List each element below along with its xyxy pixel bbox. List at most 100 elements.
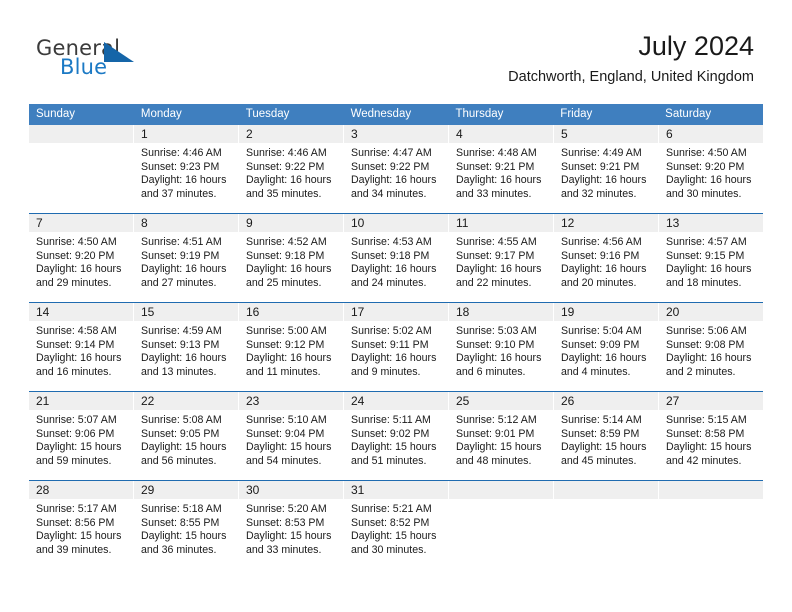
daylight-line-1: Daylight: 16 hours (456, 263, 542, 276)
day-number: 28 (29, 481, 133, 499)
sunset-line: Sunset: 8:56 PM (36, 516, 115, 529)
location-subtitle: Datchworth, England, United Kingdom (508, 69, 754, 85)
day-number: 10 (344, 214, 448, 232)
day-cell[interactable]: 15 Sunrise: 4:59 AM Sunset: 9:13 PM Dayligh… (134, 303, 239, 391)
sunrise-line: Sunrise: 5:17 AM (36, 503, 117, 515)
sunset-line: Sunset: 9:21 PM (561, 160, 640, 173)
sunset-line: Sunset: 9:13 PM (141, 338, 220, 351)
day-detail-lines: Sunrise: 5:21 AM Sunset: 8:52 PM Daylight:… (344, 499, 448, 557)
day-cell[interactable]: 28 Sunrise: 5:17 AM Sunset: 8:56 PM Dayligh… (29, 481, 134, 569)
day-number: 27 (659, 392, 763, 410)
day-number: 29 (134, 481, 238, 499)
daylight-line-1: Daylight: 15 hours (666, 441, 752, 454)
day-cell[interactable]: 30 Sunrise: 5:20 AM Sunset: 8:53 PM Dayligh… (239, 481, 344, 569)
sunset-line: Sunset: 9:14 PM (36, 338, 115, 351)
sunrise-line: Sunrise: 4:52 AM (246, 236, 327, 248)
day-cell[interactable]: 24 Sunrise: 5:11 AM Sunset: 9:02 PM Dayligh… (344, 392, 449, 480)
sunset-line: Sunset: 9:11 PM (351, 338, 429, 351)
day-cell[interactable]: 9 Sunrise: 4:52 AM Sunset: 9:18 PM Daylight… (239, 214, 344, 302)
day-cell[interactable]: 7 Sunrise: 4:50 AM Sunset: 9:20 PM Daylight… (29, 214, 134, 302)
day-cell[interactable]: 19 Sunrise: 5:04 AM Sunset: 9:09 PM Dayligh… (554, 303, 659, 391)
daylight-line-2: and 39 minutes. (36, 543, 112, 556)
day-number: 11 (449, 214, 553, 232)
daylight-line-2: and 36 minutes. (141, 543, 217, 556)
daylight-line-2: and 9 minutes. (351, 365, 421, 378)
daylight-line-1: Daylight: 16 hours (456, 174, 542, 187)
day-cell[interactable]: 4 Sunrise: 4:48 AM Sunset: 9:21 PM Daylight… (449, 125, 554, 213)
day-detail-lines: Sunrise: 5:10 AM Sunset: 9:04 PM Daylight:… (239, 410, 343, 468)
day-detail-lines: Sunrise: 5:04 AM Sunset: 9:09 PM Daylight:… (554, 321, 658, 379)
day-cell[interactable]: 23 Sunrise: 5:10 AM Sunset: 9:04 PM Dayligh… (239, 392, 344, 480)
calendar-week-row: 21 Sunrise: 5:07 AM Sunset: 9:06 PM Dayligh… (29, 391, 763, 480)
daylight-line-2: and 18 minutes. (666, 276, 742, 289)
daylight-line-2: and 32 minutes. (561, 187, 637, 200)
daylight-line-2: and 48 minutes. (456, 454, 532, 467)
daylight-line-2: and 11 minutes. (246, 365, 321, 378)
sunrise-line: Sunrise: 5:00 AM (246, 325, 327, 337)
day-cell[interactable]: 29 Sunrise: 5:18 AM Sunset: 8:55 PM Dayligh… (134, 481, 239, 569)
day-cell[interactable]: 10 Sunrise: 4:53 AM Sunset: 9:18 PM Dayligh… (344, 214, 449, 302)
daylight-line-1: Daylight: 16 hours (561, 174, 647, 187)
day-cell[interactable]: 14 Sunrise: 4:58 AM Sunset: 9:14 PM Dayligh… (29, 303, 134, 391)
logo-text-blue: Blue (60, 55, 108, 79)
daylight-line-1: Daylight: 15 hours (351, 530, 437, 543)
day-detail-lines: Sunrise: 4:50 AM Sunset: 9:20 PM Daylight:… (29, 232, 133, 290)
daylight-line-2: and 29 minutes. (36, 276, 112, 289)
sunset-line: Sunset: 9:19 PM (141, 249, 220, 262)
sunrise-line: Sunrise: 5:18 AM (141, 503, 222, 515)
sunrise-line: Sunrise: 4:53 AM (351, 236, 432, 248)
sunset-line: Sunset: 9:22 PM (246, 160, 325, 173)
day-cell[interactable]: 16 Sunrise: 5:00 AM Sunset: 9:12 PM Dayligh… (239, 303, 344, 391)
sunset-line: Sunset: 8:53 PM (246, 516, 325, 529)
day-number: 25 (449, 392, 553, 410)
day-detail-lines: Sunrise: 5:00 AM Sunset: 9:12 PM Daylight:… (239, 321, 343, 379)
day-detail-lines: Sunrise: 4:56 AM Sunset: 9:16 PM Daylight:… (554, 232, 658, 290)
weekday-header-tuesday: Tuesday (245, 108, 290, 120)
day-cell[interactable]: 22 Sunrise: 5:08 AM Sunset: 9:05 PM Dayligh… (134, 392, 239, 480)
day-cell[interactable]: 26 Sunrise: 5:14 AM Sunset: 8:59 PM Dayligh… (554, 392, 659, 480)
weekday-header-saturday: Saturday (665, 108, 712, 120)
sunrise-line: Sunrise: 5:03 AM (456, 325, 537, 337)
sunrise-line: Sunrise: 5:12 AM (456, 414, 537, 426)
day-cell[interactable]: 17 Sunrise: 5:02 AM Sunset: 9:11 PM Dayligh… (344, 303, 449, 391)
day-cell[interactable]: 12 Sunrise: 4:56 AM Sunset: 9:16 PM Dayligh… (554, 214, 659, 302)
day-cell[interactable]: 18 Sunrise: 5:03 AM Sunset: 9:10 PM Dayligh… (449, 303, 554, 391)
calendar-week-row: 7 Sunrise: 4:50 AM Sunset: 9:20 PM Daylight… (29, 213, 763, 302)
day-number: 20 (659, 303, 763, 321)
daylight-line-1: Daylight: 16 hours (36, 263, 122, 276)
day-cell[interactable]: 13 Sunrise: 4:57 AM Sunset: 9:15 PM Dayligh… (659, 214, 763, 302)
daylight-line-1: Daylight: 16 hours (561, 263, 647, 276)
day-detail-lines (659, 499, 763, 503)
sunset-line: Sunset: 9:09 PM (561, 338, 640, 351)
day-detail-lines (554, 499, 658, 503)
day-detail-lines: Sunrise: 5:18 AM Sunset: 8:55 PM Daylight:… (134, 499, 238, 557)
daylight-line-2: and 13 minutes. (141, 365, 217, 378)
day-detail-lines: Sunrise: 5:07 AM Sunset: 9:06 PM Daylight:… (29, 410, 133, 468)
day-cell[interactable]: 1 Sunrise: 4:46 AM Sunset: 9:23 PM Daylight… (134, 125, 239, 213)
day-cell[interactable]: 6 Sunrise: 4:50 AM Sunset: 9:20 PM Daylight… (659, 125, 763, 213)
daylight-line-2: and 24 minutes. (351, 276, 427, 289)
day-detail-lines: Sunrise: 5:14 AM Sunset: 8:59 PM Daylight:… (554, 410, 658, 468)
day-cell[interactable]: 3 Sunrise: 4:47 AM Sunset: 9:22 PM Daylight… (344, 125, 449, 213)
day-cell[interactable]: 8 Sunrise: 4:51 AM Sunset: 9:19 PM Daylight… (134, 214, 239, 302)
day-number: 19 (554, 303, 658, 321)
daylight-line-2: and 6 minutes. (456, 365, 526, 378)
day-cell[interactable]: 5 Sunrise: 4:49 AM Sunset: 9:21 PM Daylight… (554, 125, 659, 213)
weekday-header-friday: Friday (560, 108, 593, 120)
day-detail-lines: Sunrise: 4:50 AM Sunset: 9:20 PM Daylight:… (659, 143, 763, 201)
day-cell[interactable]: 27 Sunrise: 5:15 AM Sunset: 8:58 PM Dayligh… (659, 392, 763, 480)
day-cell-empty (659, 481, 763, 569)
day-cell[interactable]: 20 Sunrise: 5:06 AM Sunset: 9:08 PM Dayligh… (659, 303, 763, 391)
day-cell[interactable]: 11 Sunrise: 4:55 AM Sunset: 9:17 PM Dayligh… (449, 214, 554, 302)
day-cell[interactable]: 31 Sunrise: 5:21 AM Sunset: 8:52 PM Dayligh… (344, 481, 449, 569)
sunset-line: Sunset: 9:01 PM (456, 427, 535, 440)
sunset-line: Sunset: 9:17 PM (456, 249, 535, 262)
day-cell-empty (449, 481, 554, 569)
day-cell[interactable]: 25 Sunrise: 5:12 AM Sunset: 9:01 PM Dayligh… (449, 392, 554, 480)
daylight-line-1: Daylight: 16 hours (141, 352, 227, 365)
day-cell[interactable]: 21 Sunrise: 5:07 AM Sunset: 9:06 PM Dayligh… (29, 392, 134, 480)
day-cell[interactable]: 2 Sunrise: 4:46 AM Sunset: 9:22 PM Daylight… (239, 125, 344, 213)
daylight-line-2: and 34 minutes. (351, 187, 427, 200)
sunrise-line: Sunrise: 5:21 AM (351, 503, 432, 515)
calendar-week-row: 28 Sunrise: 5:17 AM Sunset: 8:56 PM Dayligh… (29, 480, 763, 569)
